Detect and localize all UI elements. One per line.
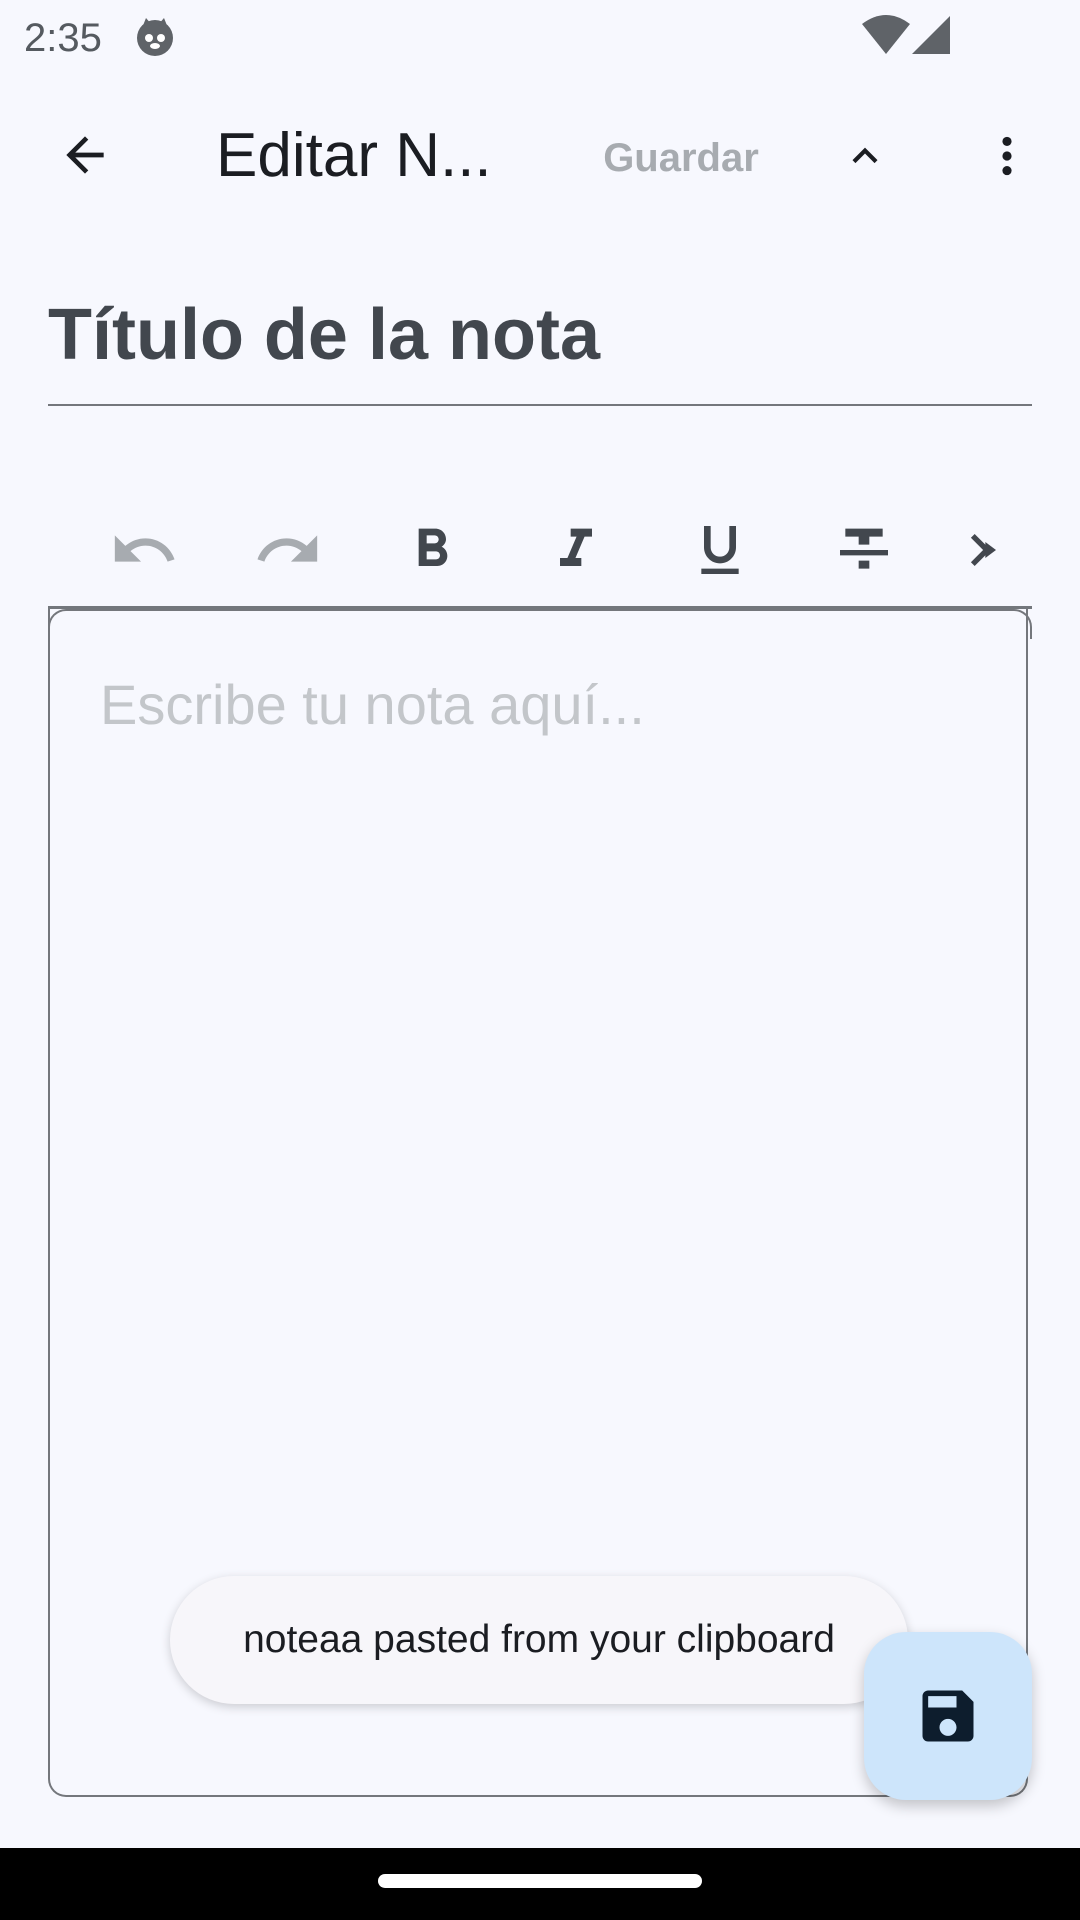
back-button[interactable] — [40, 110, 130, 200]
page-title: Editar N... — [216, 121, 492, 190]
note-body-placeholder: Escribe tu nota aquí... — [100, 673, 645, 736]
underline-button[interactable] — [660, 500, 780, 600]
collapse-button[interactable] — [820, 116, 910, 196]
italic-button[interactable] — [516, 500, 636, 600]
note-title-placeholder: Título de la nota — [48, 295, 600, 375]
cat-face-icon — [134, 16, 176, 58]
more-options-button[interactable] — [962, 116, 1052, 196]
formatting-toolbar — [48, 490, 1032, 609]
status-time: 2:35 — [24, 16, 102, 60]
chevron-up-icon — [852, 147, 878, 164]
home-gesture-handle[interactable] — [378, 1874, 702, 1888]
more-tools-icon — [970, 534, 996, 566]
more-vert-icon — [1002, 136, 1012, 176]
arrow-back-icon — [66, 136, 104, 174]
save-icon — [922, 1690, 974, 1742]
wifi-icon — [862, 14, 910, 56]
note-title-field[interactable]: Título de la nota — [48, 290, 1032, 406]
bold-icon — [418, 528, 448, 566]
save-fab[interactable] — [864, 1632, 1032, 1800]
italic-icon — [560, 528, 592, 566]
redo-button[interactable] — [228, 500, 348, 600]
bold-button[interactable] — [372, 500, 492, 600]
more-tools-button[interactable] — [948, 500, 1032, 600]
clipboard-toast: noteaa pasted from your clipboard — [170, 1576, 908, 1704]
redo-icon — [257, 535, 318, 562]
undo-icon — [114, 535, 175, 562]
save-text-button[interactable]: Guardar — [586, 128, 776, 188]
cell-signal-icon — [910, 16, 954, 56]
strikethrough-icon — [840, 528, 888, 569]
underline-icon — [701, 526, 739, 574]
strikethrough-button[interactable] — [804, 500, 924, 600]
undo-button[interactable] — [84, 500, 204, 600]
